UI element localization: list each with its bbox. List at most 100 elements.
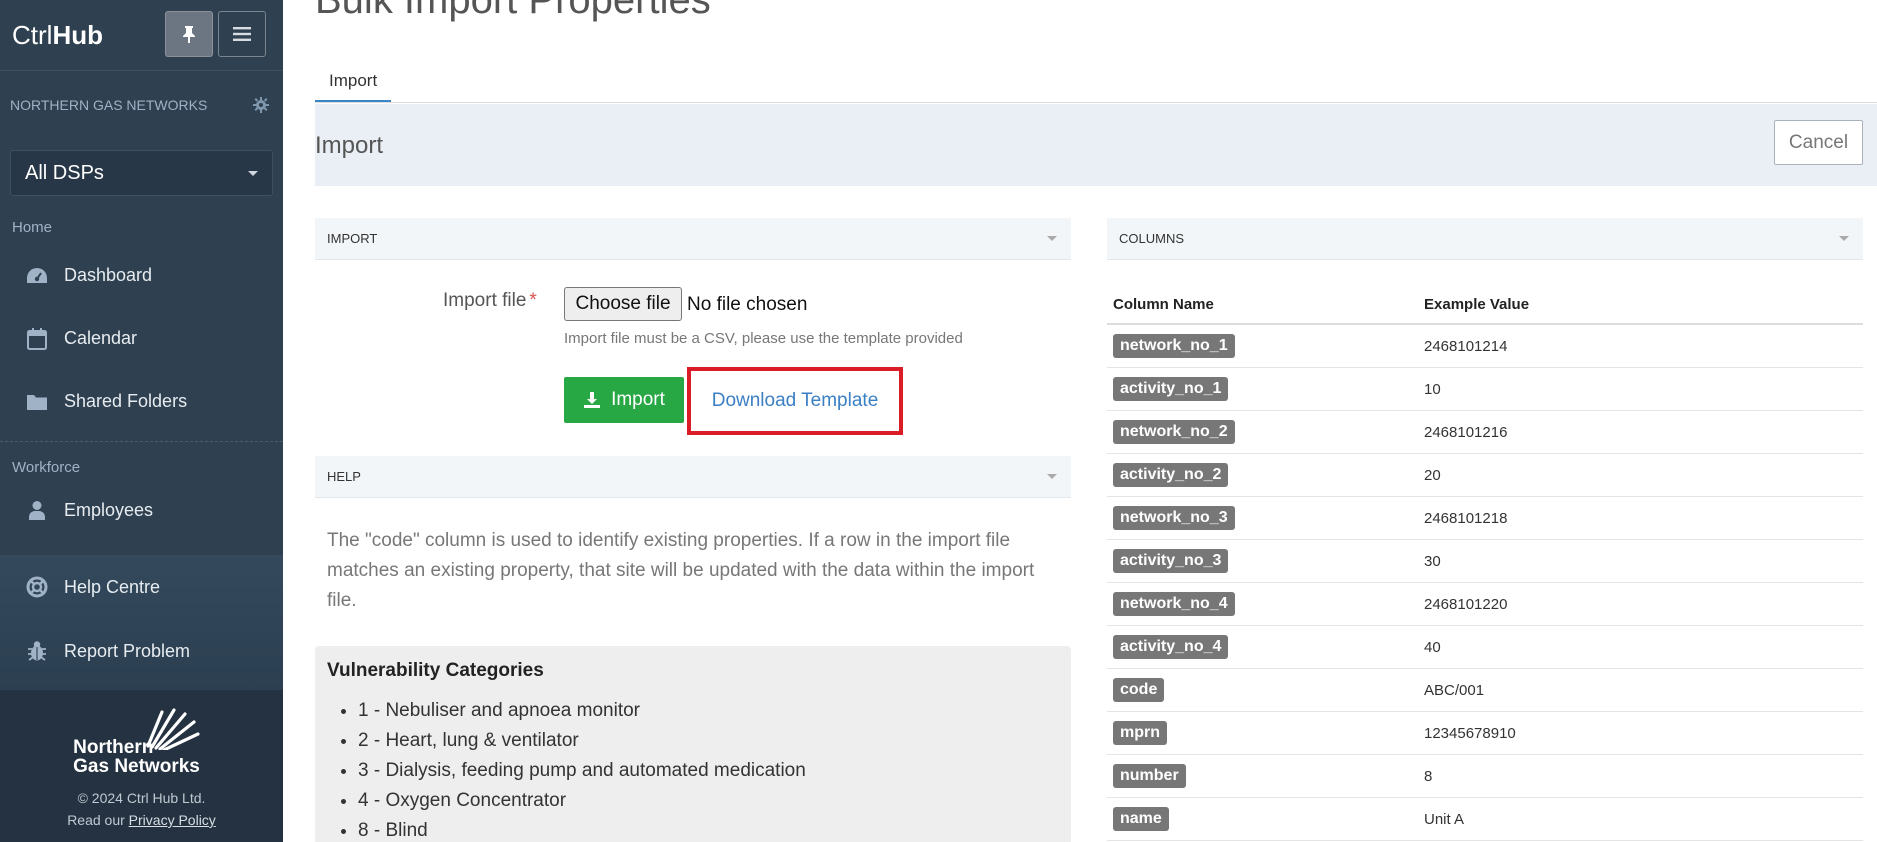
organisation-name: NORTHERN GAS NETWORKS	[10, 96, 208, 113]
sidebar: Ctrl Hub NORTHERN GAS NETWORKS All DSPs H…	[0, 0, 283, 842]
section-title: Import	[315, 132, 384, 159]
column-name-badge: mprn	[1113, 721, 1167, 745]
chevron-down-icon	[1047, 236, 1057, 241]
table-row: network_no_3 2468101218	[1107, 497, 1863, 540]
cancel-button[interactable]: Cancel	[1774, 120, 1863, 165]
vulnerability-list: 1 - Nebuliser and apnoea monitor 2 - Hea…	[327, 696, 1059, 842]
list-item: 1 - Nebuliser and apnoea monitor	[358, 696, 1059, 726]
column-name-badge: activity_no_4	[1113, 635, 1229, 659]
example-value: ABC/001	[1424, 681, 1485, 699]
example-value: Unit A	[1424, 810, 1465, 828]
ngn-fan-icon	[146, 708, 200, 750]
sidebar-item-label: Shared Folders	[64, 391, 188, 411]
sidebar-item-dashboard[interactable]: Dashboard	[0, 244, 283, 307]
import-file-label-text: Import file	[443, 290, 527, 311]
list-item: 2 - Heart, lung & ventilator	[358, 726, 1059, 756]
import-header-band: Import Cancel	[315, 104, 1877, 186]
privacy-policy-link[interactable]: Privacy Policy	[129, 812, 216, 828]
tab-underline	[315, 102, 1877, 103]
hamburger-icon	[233, 27, 251, 41]
vulnerability-title: Vulnerability Categories	[327, 660, 544, 681]
table-row: mprn 12345678910	[1107, 712, 1863, 755]
sidebar-item-label: Report Problem	[64, 640, 191, 661]
sidebar-item-help-centre[interactable]: Help Centre	[0, 555, 283, 619]
example-value: 2468101218	[1424, 509, 1508, 527]
import-panel-header[interactable]: IMPORT	[315, 218, 1071, 260]
column-name-badge: activity_no_3	[1113, 549, 1229, 573]
columns-panel-header[interactable]: COLUMNS	[1107, 218, 1863, 260]
table-row: activity_no_2 20	[1107, 454, 1863, 497]
sidebar-divider	[0, 441, 283, 442]
sidebar-item-employees[interactable]: Employees	[0, 484, 283, 536]
example-value: 12345678910	[1424, 724, 1516, 742]
example-value: 40	[1424, 638, 1441, 656]
table-row: network_no_2 2468101216	[1107, 411, 1863, 454]
dsp-select[interactable]: All DSPs	[10, 150, 273, 196]
table-row: network_no_4 2468101220	[1107, 583, 1863, 626]
dsp-select-value: All DSPs	[25, 161, 104, 184]
column-name-badge: network_no_1	[1113, 334, 1235, 358]
organisation-row: NORTHERN GAS NETWORKS	[0, 70, 283, 138]
import-panel-title: IMPORT	[327, 231, 378, 246]
list-item: 3 - Dialysis, feeding pump and automated…	[358, 756, 1059, 786]
help-panel-header[interactable]: HELP	[315, 456, 1071, 498]
table-row: activity_no_4 40	[1107, 626, 1863, 669]
required-marker: *	[529, 290, 537, 311]
chevron-down-icon	[1839, 236, 1849, 241]
example-value-header: Example Value	[1424, 295, 1530, 313]
sidebar-item-shared-folders[interactable]: Shared Folders	[0, 370, 283, 433]
brand-bold: Hub	[52, 19, 103, 50]
gear-icon[interactable]	[253, 96, 269, 113]
import-file-hint: Import file must be a CSV, please use th…	[564, 330, 963, 347]
example-value: 2468101216	[1424, 423, 1508, 441]
table-row: code ABC/001	[1107, 669, 1863, 712]
help-paragraph: The "code" column is used to identify ex…	[327, 530, 1035, 611]
ngn-logo-line2: Gas Networks	[73, 756, 200, 777]
brand-light: Ctrl	[12, 19, 53, 50]
sidebar-item-calendar[interactable]: Calendar	[0, 307, 283, 370]
user-icon	[26, 499, 48, 521]
sidebar-item-report-problem[interactable]: Report Problem	[0, 619, 283, 683]
choose-file-button[interactable]: Choose file	[564, 287, 682, 321]
example-value: 20	[1424, 466, 1441, 484]
folder-icon	[26, 391, 48, 413]
column-name-header: Column Name	[1113, 295, 1214, 313]
northern-gas-networks-logo: Northern Gas Networks	[0, 708, 283, 778]
columns-panel-title: COLUMNS	[1119, 231, 1185, 246]
list-item: 8 - Blind	[358, 816, 1059, 842]
tab-import[interactable]: Import	[315, 55, 392, 103]
menu-toggle-button[interactable]	[218, 11, 266, 57]
calendar-icon	[26, 327, 48, 350]
import-button-label: Import	[611, 389, 665, 410]
list-item: 4 - Oxygen Concentrator	[358, 786, 1059, 816]
table-row: number 8	[1107, 755, 1863, 798]
help-panel-title: HELP	[327, 469, 361, 484]
column-name-badge: name	[1113, 807, 1169, 831]
pin-sidebar-button[interactable]	[165, 11, 213, 57]
download-template-link[interactable]: Download Template	[687, 367, 903, 435]
column-name-badge: network_no_3	[1113, 506, 1235, 530]
sidebar-item-label: Dashboard	[64, 265, 153, 285]
example-value: 30	[1424, 552, 1441, 570]
sidebar-item-label: Help Centre	[64, 576, 161, 597]
sidebar-item-label: Calendar	[64, 328, 138, 348]
example-value: 2468101220	[1424, 595, 1508, 613]
file-status-text: No file chosen	[687, 294, 808, 315]
table-header: Column Name Example Value	[1107, 285, 1863, 325]
column-name-badge: activity_no_2	[1113, 463, 1229, 487]
import-button[interactable]: Import	[564, 377, 684, 423]
sidebar-footer: Northern Gas Networks © 2024 Ctrl Hub Lt…	[0, 690, 283, 842]
main-content: Bulk Import Properties Import Import Can…	[283, 0, 1877, 842]
column-name-badge: number	[1113, 764, 1186, 788]
section-label-home: Home	[12, 218, 53, 236]
columns-table: Column Name Example Value network_no_1 2…	[1107, 285, 1863, 841]
table-row: activity_no_1 10	[1107, 368, 1863, 411]
column-name-badge: activity_no_1	[1113, 377, 1229, 401]
sidebar-lower-section: Help Centre Report Problem	[0, 555, 283, 690]
life-ring-icon	[26, 576, 48, 598]
privacy-line: Read our Privacy Policy	[0, 812, 283, 828]
vulnerability-categories-box: Vulnerability Categories 1 - Nebuliser a…	[315, 646, 1071, 842]
download-icon	[583, 391, 601, 409]
table-row: activity_no_3 30	[1107, 540, 1863, 583]
column-name-badge: network_no_4	[1113, 592, 1235, 616]
